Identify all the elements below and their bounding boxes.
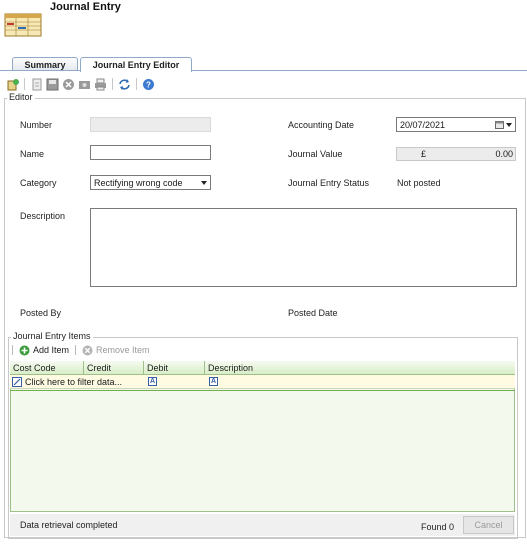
category-selected-value: Rectifying wrong code	[94, 177, 183, 188]
column-header-description[interactable]: Description	[205, 361, 515, 375]
cancel-button[interactable]: Cancel	[463, 516, 514, 534]
remove-item-label: Remove Item	[96, 345, 150, 355]
items-toolbar: Add Item Remove Item	[12, 343, 150, 357]
page-title: Journal Entry	[50, 1, 121, 13]
journal-entry-status-label: Journal Entry Status	[288, 178, 370, 188]
new-icon[interactable]	[6, 78, 19, 91]
editor-toolbar: ?	[6, 76, 155, 92]
text-filter-icon[interactable]: A	[148, 377, 157, 386]
calendar-icon	[495, 121, 504, 129]
add-item-button[interactable]: Add Item	[19, 345, 69, 356]
name-label: Name	[20, 149, 45, 159]
grid-header: Cost Code Credit Debit Description	[10, 361, 515, 375]
description-textarea[interactable]	[90, 208, 517, 287]
delete-icon[interactable]	[62, 78, 75, 91]
print-icon[interactable]	[94, 78, 107, 91]
toolbar-separator	[12, 345, 13, 355]
filter-row[interactable]: Click here to filter data... A A	[10, 375, 515, 389]
accounting-date-picker[interactable]: 20/07/2021	[396, 117, 516, 132]
accounting-date-label: Accounting Date	[288, 120, 355, 130]
editor-legend: Editor	[7, 92, 35, 102]
journal-value: 0.00	[495, 149, 513, 159]
name-field[interactable]	[90, 145, 211, 160]
save-icon[interactable]	[46, 78, 59, 91]
posted-date-label: Posted Date	[288, 308, 338, 318]
tab-summary[interactable]: Summary	[12, 57, 78, 71]
number-field	[90, 117, 211, 132]
journal-entry-app-icon	[4, 12, 42, 38]
camera-icon[interactable]	[78, 78, 91, 91]
remove-icon	[82, 345, 93, 355]
currency-symbol: £	[421, 149, 427, 159]
category-select[interactable]: Rectifying wrong code	[90, 175, 211, 190]
chevron-down-icon	[201, 180, 207, 185]
add-item-label: Add Item	[33, 345, 70, 355]
text-filter-icon[interactable]: A	[209, 377, 218, 386]
remove-item-button[interactable]: Remove Item	[82, 345, 150, 356]
column-header-cost-code[interactable]: Cost Code	[10, 361, 84, 375]
items-legend: Journal Entry Items	[11, 331, 93, 341]
category-label: Category	[20, 178, 57, 188]
toolbar-separator	[112, 78, 113, 90]
number-label: Number	[20, 120, 53, 130]
accounting-date-value: 20/07/2021	[400, 119, 446, 130]
toolbar-separator	[75, 345, 77, 355]
column-header-credit[interactable]: Credit	[84, 361, 144, 375]
journal-value-label: Journal Value	[288, 149, 343, 159]
toolbar-separator	[24, 78, 25, 90]
filter-edit-icon	[12, 377, 22, 387]
description-label: Description	[20, 211, 66, 221]
help-icon[interactable]: ?	[142, 78, 155, 91]
chevron-down-icon	[506, 122, 512, 127]
tab-journal-entry-editor[interactable]: Journal Entry Editor	[80, 57, 192, 72]
add-icon	[19, 345, 30, 355]
found-count: Found 0	[421, 522, 455, 532]
status-text: Data retrieval completed	[20, 520, 118, 530]
refresh-icon[interactable]	[118, 78, 131, 91]
posted-by-label: Posted By	[20, 308, 62, 318]
column-header-debit[interactable]: Debit	[144, 361, 205, 375]
filter-placeholder: Click here to filter data...	[25, 377, 123, 387]
journal-entry-status-value: Not posted	[397, 178, 441, 188]
document-icon[interactable]	[30, 78, 43, 91]
journal-value-field: £ 0.00	[396, 147, 516, 161]
calendar-dropdown[interactable]	[495, 120, 512, 129]
svg-text:?: ?	[146, 80, 151, 89]
grid-row-divider	[10, 390, 515, 391]
filter-cell[interactable]: Click here to filter data...	[12, 377, 122, 387]
toolbar-separator	[136, 78, 137, 90]
